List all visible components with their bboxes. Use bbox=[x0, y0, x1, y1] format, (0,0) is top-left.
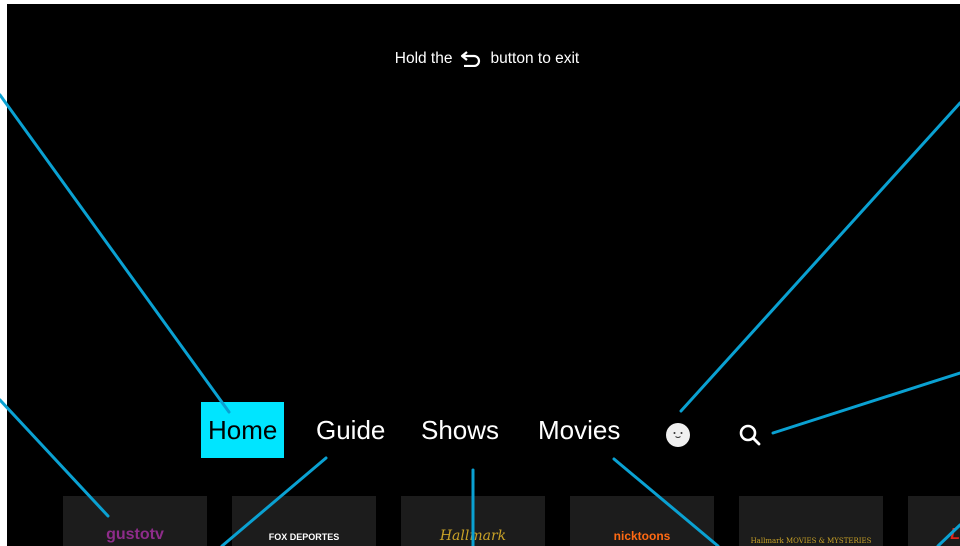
channel-logo-lifetime: L bbox=[950, 526, 960, 543]
nav-movies[interactable]: Movies bbox=[538, 402, 620, 458]
main-nav: Home Guide Shows Movies bbox=[0, 402, 960, 458]
channel-logo-hallmark-movies-mysteries: Hallmark MOVIES & MYSTERIES bbox=[750, 537, 872, 545]
channel-tile-fox-deportes[interactable]: FOX DEPORTES bbox=[232, 496, 376, 546]
top-border bbox=[0, 0, 960, 4]
exit-hint-suffix: button to exit bbox=[490, 50, 580, 67]
annotation-lines bbox=[0, 93, 960, 546]
channel-tile-hallmark-movies-mysteries[interactable]: Hallmark MOVIES & MYSTERIES bbox=[739, 496, 883, 546]
back-arrow-icon bbox=[460, 51, 482, 67]
exit-hint: Hold the button to exit bbox=[0, 50, 960, 68]
channel-tile-nicktoons[interactable]: nicktoons bbox=[570, 496, 714, 546]
channel-logo-hallmark: Hallmark bbox=[439, 528, 507, 544]
nav-guide[interactable]: Guide bbox=[316, 402, 385, 458]
nav-shows[interactable]: Shows bbox=[421, 402, 499, 458]
channel-row: gustotv FOX DEPORTES Hallmark nicktoons … bbox=[0, 496, 960, 546]
tv-app-screen: Hold the button to exit Home Guide Shows… bbox=[0, 0, 960, 546]
channel-tile-hallmark[interactable]: Hallmark bbox=[401, 496, 545, 546]
search-icon[interactable] bbox=[736, 421, 764, 449]
exit-hint-prefix: Hold the bbox=[394, 50, 453, 67]
profile-face-icon[interactable] bbox=[666, 423, 690, 447]
channel-logo-gustotv: gustotv bbox=[106, 526, 164, 543]
channel-logo-fox-deportes: FOX DEPORTES bbox=[268, 532, 340, 542]
left-border bbox=[0, 0, 7, 546]
channel-logo-nicktoons: nicktoons bbox=[613, 529, 671, 543]
nav-home[interactable]: Home bbox=[201, 402, 285, 458]
channel-tile-lifetime[interactable]: L bbox=[908, 496, 960, 546]
channel-tile-gustotv[interactable]: gustotv bbox=[63, 496, 207, 546]
